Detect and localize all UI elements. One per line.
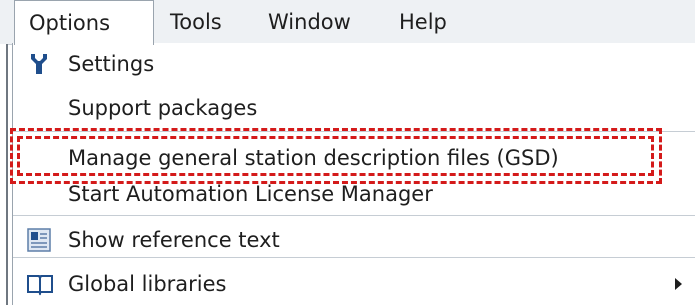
menu-item-show-reference-text[interactable]: Show reference text [13, 221, 695, 259]
menu-tools[interactable]: Tools [156, 0, 236, 44]
menu-help[interactable]: Help [385, 0, 461, 44]
app-window: Options Tools Window Help Settings Suppo… [0, 0, 695, 305]
menu-bar: Options Tools Window Help [0, 0, 695, 45]
menu-item-label: Manage general station description files… [68, 146, 559, 170]
background-window-edge [0, 44, 8, 305]
menu-item-settings[interactable]: Settings [13, 45, 695, 83]
menu-item-label: Settings [68, 52, 155, 76]
menu-item-manage-gsd[interactable]: Manage general station description files… [13, 139, 695, 177]
menu-item-label: Support packages [68, 96, 258, 120]
menu-item-label: Start Automation License Manager [68, 182, 433, 206]
menu-separator [13, 131, 695, 132]
menu-item-label: Show reference text [68, 228, 280, 252]
menu-separator [13, 257, 695, 258]
options-dropdown-menu: Settings Support packages Manage general… [12, 43, 695, 305]
submenu-arrow-icon [675, 278, 682, 290]
menu-options[interactable]: Options [14, 0, 154, 45]
wrench-icon [27, 52, 51, 76]
book-icon [27, 272, 53, 296]
reference-text-icon [27, 228, 51, 252]
menu-item-global-libraries[interactable]: Global libraries [13, 265, 695, 303]
menu-window[interactable]: Window [254, 0, 365, 44]
menu-item-license-manager[interactable]: Start Automation License Manager [13, 175, 695, 213]
menu-item-label: Global libraries [68, 272, 227, 296]
menu-item-support-packages[interactable]: Support packages [13, 89, 695, 127]
menu-separator [13, 215, 695, 216]
